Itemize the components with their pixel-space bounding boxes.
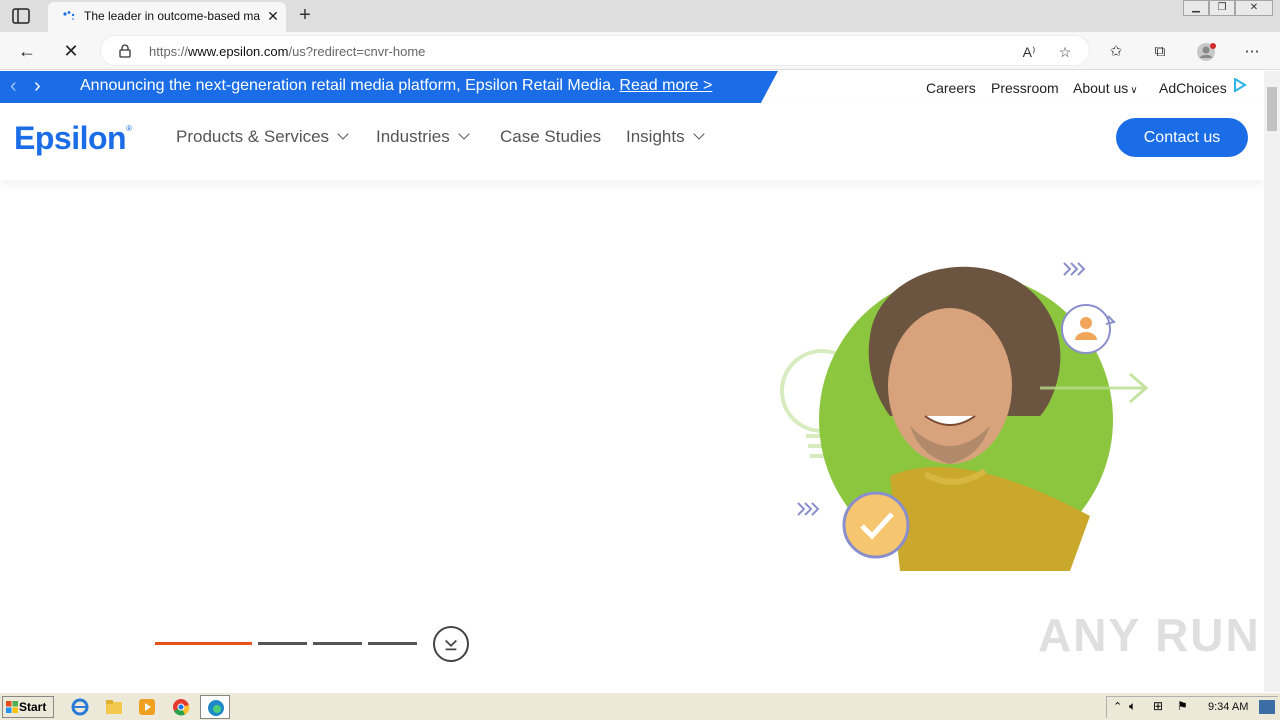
epsilon-logo[interactable]: Epsilon® bbox=[14, 120, 132, 157]
clock[interactable]: 9:34 AM bbox=[1208, 701, 1248, 713]
adchoices-link[interactable]: AdChoices bbox=[1159, 80, 1227, 96]
edge-icon bbox=[208, 700, 224, 716]
lock-icon[interactable] bbox=[119, 44, 131, 58]
tab-title: The leader in outcome-based ma bbox=[84, 9, 260, 23]
nav-products-services[interactable]: Products & Services bbox=[176, 127, 349, 147]
window-close-icon[interactable]: ✕ bbox=[1235, 0, 1273, 16]
pressroom-link[interactable]: Pressroom bbox=[991, 80, 1059, 96]
hero-illustration bbox=[780, 262, 1149, 571]
announcement-bar: ‹ › Announcing the next-generation retai… bbox=[0, 71, 778, 103]
page-scrollbar[interactable] bbox=[1264, 71, 1280, 692]
new-tab-icon[interactable]: + bbox=[294, 4, 316, 26]
workspaces-icon[interactable] bbox=[10, 6, 32, 26]
back-icon[interactable]: ← bbox=[16, 40, 38, 62]
tab-strip: The leader in outcome-based ma ✕ + ▁ ❐ ✕ bbox=[0, 0, 1280, 32]
stop-loading-icon[interactable]: ✕ bbox=[60, 40, 82, 62]
address-bar[interactable]: https://www.epsilon.com/us?redirect=cnvr… bbox=[100, 35, 1090, 66]
system-tray: ⌃ 🔈︎ ⊞ ⚑ bbox=[1106, 696, 1278, 718]
volume-icon[interactable]: 🔈︎ bbox=[1129, 699, 1136, 714]
toolbar: ← ✕ https://www.epsilon.com/us?redirect=… bbox=[0, 32, 1280, 70]
slide-indicator-4[interactable] bbox=[368, 642, 417, 645]
slide-indicator-1[interactable] bbox=[155, 642, 252, 645]
contact-us-button[interactable]: Contact us bbox=[1116, 118, 1248, 157]
windows-taskbar: Start ⌃ 🔈︎ ⊞ ⚑ 9:34 AM bbox=[0, 692, 1280, 720]
add-favorite-icon[interactable]: ☆ bbox=[1055, 42, 1075, 62]
announcement-text: Announcing the next-generation retail me… bbox=[80, 77, 713, 94]
start-label: Start bbox=[19, 700, 47, 714]
about-us-dropdown[interactable]: About us ∨ bbox=[1073, 80, 1138, 96]
scroll-down-icon[interactable] bbox=[433, 626, 469, 662]
slide-indicator-3[interactable] bbox=[313, 642, 362, 645]
read-more-link[interactable]: Read more > bbox=[619, 77, 712, 94]
restore-icon[interactable]: ❐ bbox=[1209, 0, 1235, 16]
audience-cycle-icon bbox=[1061, 304, 1116, 354]
windows-logo-icon bbox=[6, 701, 18, 713]
edge-taskbar-button[interactable] bbox=[200, 695, 230, 719]
nav-insights[interactable]: Insights bbox=[626, 127, 705, 147]
minimize-icon[interactable]: ▁ bbox=[1183, 0, 1209, 16]
scrollbar-thumb[interactable] bbox=[1267, 87, 1277, 131]
chevron-down-icon bbox=[458, 128, 470, 140]
media-player-icon[interactable] bbox=[137, 697, 157, 717]
loading-favicon-icon bbox=[63, 11, 75, 20]
explorer-icon[interactable] bbox=[104, 697, 124, 717]
slide-indicator-2[interactable] bbox=[258, 642, 307, 645]
ie-icon[interactable] bbox=[70, 697, 90, 717]
nav-case-studies[interactable]: Case Studies bbox=[500, 127, 601, 147]
network-icon[interactable]: ⊞ bbox=[1153, 699, 1163, 713]
chevron-down-icon bbox=[337, 128, 349, 140]
about-us-label: About us bbox=[1073, 80, 1129, 96]
chrome-icon[interactable] bbox=[171, 697, 191, 717]
start-button[interactable]: Start bbox=[2, 696, 54, 718]
careers-link[interactable]: Careers bbox=[926, 80, 976, 96]
collections-icon[interactable]: ⧉ bbox=[1149, 41, 1171, 63]
action-center-flag-icon[interactable]: ⚑ bbox=[1177, 699, 1188, 713]
browser-tab[interactable]: The leader in outcome-based ma ✕ bbox=[48, 2, 286, 32]
more-menu-icon[interactable]: ⋯ bbox=[1241, 41, 1263, 63]
favorites-icon[interactable]: ✩ bbox=[1105, 41, 1127, 63]
checkmark-badge-icon bbox=[842, 491, 910, 559]
announcement-prev-icon[interactable]: ‹ bbox=[10, 75, 17, 97]
profile-avatar-icon[interactable] bbox=[1195, 41, 1217, 63]
site-header: Epsilon® Products & Services Industries … bbox=[0, 103, 1264, 180]
chevron-down-icon: ∨ bbox=[1130, 85, 1138, 96]
nav-industries[interactable]: Industries bbox=[376, 127, 470, 147]
adchoices-icon[interactable] bbox=[1233, 78, 1247, 92]
announcement-next-icon[interactable]: › bbox=[34, 75, 41, 97]
tray-expand-icon[interactable]: ⌃ bbox=[1113, 700, 1122, 713]
show-desktop-icon[interactable] bbox=[1259, 700, 1275, 714]
tab-close-icon[interactable]: ✕ bbox=[264, 7, 282, 25]
url-text[interactable]: https://www.epsilon.com/us?redirect=cnvr… bbox=[149, 44, 425, 59]
anyrun-watermark: ANY RUN bbox=[1038, 609, 1261, 661]
web-page: ‹ › Announcing the next-generation retai… bbox=[0, 71, 1264, 692]
read-aloud-icon[interactable]: A⁾ bbox=[1019, 42, 1039, 62]
chevron-down-icon bbox=[692, 128, 705, 140]
